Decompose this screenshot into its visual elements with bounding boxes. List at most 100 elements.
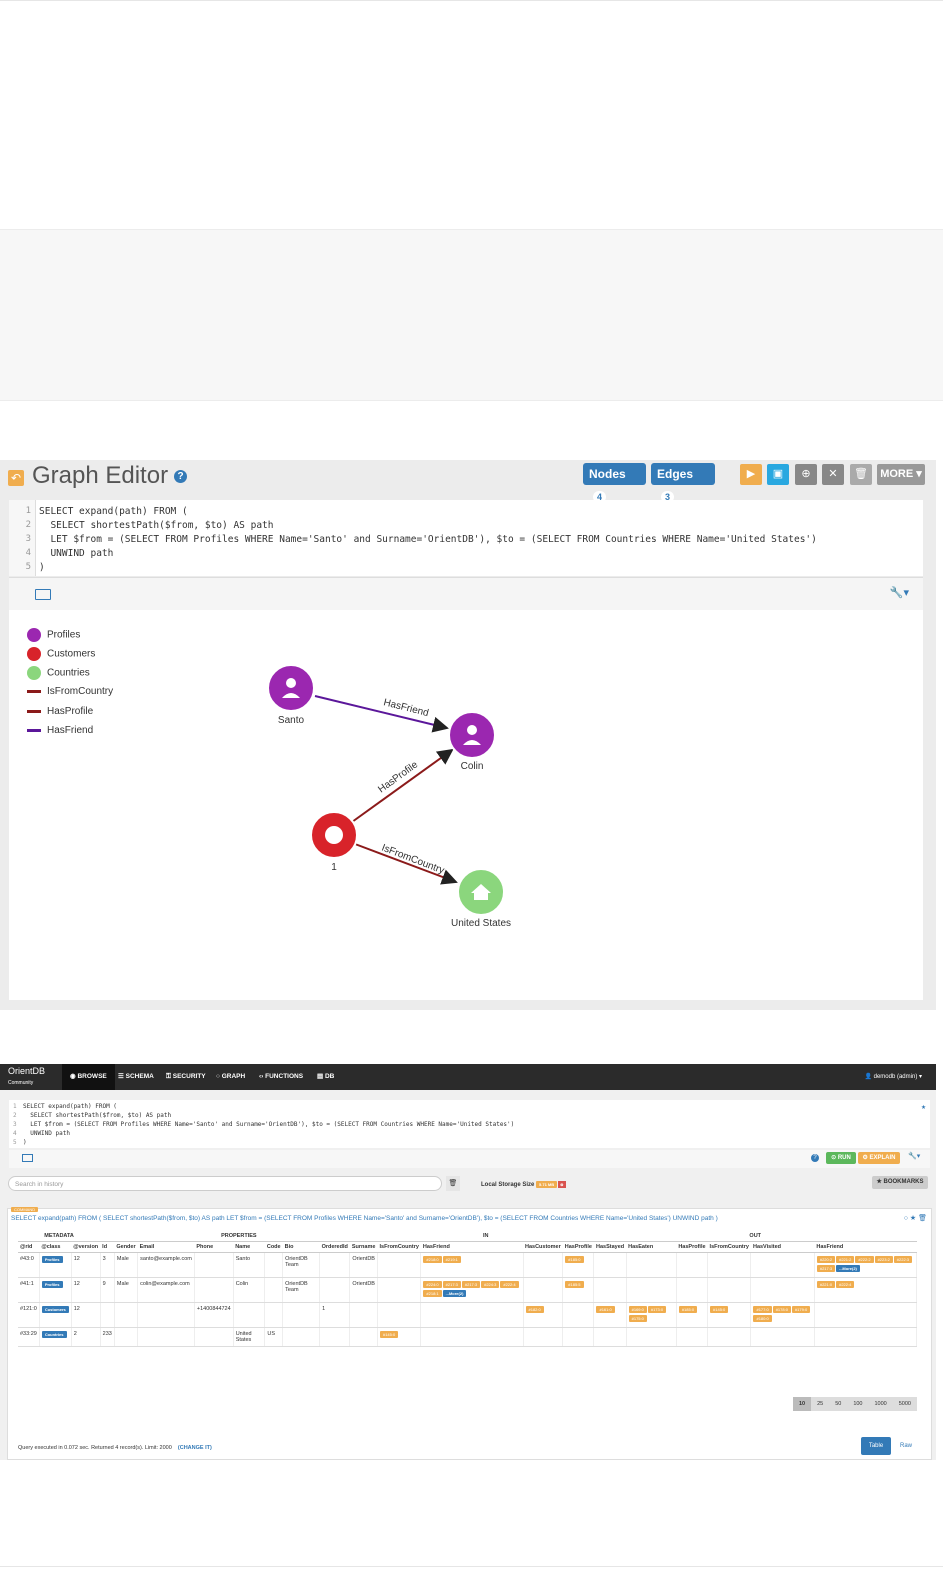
page-size-option[interactable]: 50 [829, 1397, 847, 1411]
class-badge[interactable]: Customers [41, 1306, 69, 1313]
record-link-badge[interactable]: #217:3 [461, 1281, 481, 1288]
executed-query-text[interactable]: SELECT expand(path) FROM ( SELECT shorte… [11, 1215, 718, 1222]
record-link-badge[interactable]: #185:5 [565, 1281, 584, 1288]
record-link-badge[interactable]: #173:0 [647, 1306, 667, 1313]
star-icon[interactable]: ★ [921, 1102, 926, 1111]
class-badge[interactable]: Profiles [41, 1281, 63, 1288]
page-size-option[interactable]: 1000 [869, 1397, 893, 1411]
record-link-badge[interactable]: #223:2 [874, 1256, 893, 1263]
record-link-badge[interactable]: #145:0 [710, 1306, 729, 1313]
keyboard-icon[interactable] [35, 589, 51, 600]
node-colin[interactable] [448, 711, 496, 759]
record-link-badge[interactable]: #169:0 [628, 1306, 647, 1313]
record-link-badge[interactable]: #179:0 [791, 1306, 811, 1313]
studio-query-editor[interactable]: 1 2 3 4 5 SELECT expand(path) FROM ( SEL… [9, 1100, 930, 1148]
column-header[interactable]: Code [264, 1241, 283, 1253]
column-header[interactable]: HasCustomer [523, 1241, 563, 1253]
table-row[interactable]: #33:29 Countries 2 233 United States US #145:0 [18, 1327, 918, 1347]
column-header[interactable]: HasProfile [676, 1241, 708, 1253]
more-links-badge[interactable]: ...More(2) [836, 1265, 860, 1272]
record-link-badge[interactable]: #224:3 [481, 1281, 500, 1288]
record-link-badge[interactable]: #221:0 [816, 1281, 836, 1288]
record-link-badge[interactable]: #177:0 [753, 1306, 772, 1313]
record-link-badge[interactable]: #218:1 [423, 1290, 442, 1297]
page-size-option[interactable]: 5000 [893, 1397, 917, 1411]
node-customer-1[interactable] [310, 811, 358, 859]
table-view-tab[interactable]: Table [861, 1437, 891, 1455]
record-link-badge[interactable]: #161:0 [596, 1306, 615, 1313]
edge-isfromcountry[interactable] [354, 843, 458, 885]
keyboard-icon[interactable] [22, 1154, 33, 1162]
column-header[interactable]: Bio [282, 1241, 320, 1253]
run-play-icon[interactable]: ▶ [740, 464, 762, 485]
back-arrow-icon[interactable]: ↶ [8, 470, 24, 486]
nav-db[interactable]: ▤ DB [317, 1064, 334, 1090]
fullscreen-icon[interactable]: ✕ [822, 464, 844, 485]
record-link-badge[interactable]: #180:0 [753, 1315, 772, 1322]
record-link-badge[interactable]: #220:2 [816, 1256, 836, 1263]
wrench-icon[interactable]: 🔧▾ [890, 586, 909, 599]
edge-hasprofile[interactable] [351, 748, 454, 823]
table-row[interactable]: #121:0 Customers 12 +1400844724 1 #182:0 #161:… [18, 1302, 918, 1328]
class-badge[interactable]: Profiles [41, 1256, 63, 1263]
column-header[interactable]: Email [137, 1241, 195, 1253]
page-size-option[interactable]: 100 [847, 1397, 868, 1411]
wrench-icon[interactable]: 🔧▾ [908, 1152, 920, 1160]
column-header[interactable]: Phone [194, 1241, 234, 1253]
column-header[interactable]: IsFromCountry [377, 1241, 421, 1253]
column-header[interactable]: HasFriend [420, 1241, 523, 1253]
record-link-badge[interactable]: #175:0 [628, 1315, 647, 1322]
result-actions-icon[interactable]: ○ ★ 🗑 [904, 1214, 927, 1222]
help-icon[interactable]: ? [811, 1154, 819, 1162]
save-icon[interactable]: ▣ [767, 464, 789, 485]
column-header[interactable]: Id [100, 1241, 115, 1253]
column-header[interactable]: Gender [114, 1241, 138, 1253]
record-link-badge[interactable]: #217:3 [816, 1265, 836, 1272]
record-link-badge[interactable]: #182:0 [525, 1306, 544, 1313]
more-dropdown[interactable]: MORE ▾ [877, 464, 925, 485]
bookmarks-button[interactable]: ★ BOOKMARKS [872, 1176, 928, 1189]
query-editor[interactable]: 1 2 3 4 5 SELECT expand(path) FROM ( SEL… [9, 500, 923, 576]
table-row[interactable]: #41:1 Profiles 12 9 Male colin@example.com Col… [18, 1277, 918, 1303]
record-link-badge[interactable]: #219:1 [442, 1256, 461, 1263]
page-size-option[interactable]: 10 [792, 1397, 812, 1411]
record-link-badge[interactable]: #178:0 [772, 1306, 791, 1313]
nav-schema[interactable]: ☰ SCHEMA [118, 1064, 154, 1090]
trash-icon[interactable]: 🗑 [850, 464, 872, 485]
clear-history-icon[interactable]: 🗑 [446, 1176, 460, 1191]
column-header[interactable]: HasProfile [562, 1241, 594, 1253]
record-link-badge[interactable]: #145:0 [379, 1331, 399, 1338]
nav-security[interactable]: ⚿ SECURITY [166, 1064, 206, 1090]
column-header[interactable]: HasVisited [750, 1241, 815, 1253]
record-link-badge[interactable]: #185:0 [565, 1256, 584, 1263]
record-link-badge[interactable]: #222:4 [500, 1281, 519, 1288]
record-link-badge[interactable]: #222:3 [893, 1256, 913, 1263]
column-header[interactable]: IsFromCountry [707, 1241, 751, 1253]
node-santo[interactable] [267, 664, 315, 712]
add-node-icon[interactable]: ⊕ [795, 464, 817, 485]
nav-browse[interactable]: ◉ BROWSE [62, 1064, 115, 1090]
record-link-badge[interactable]: #217:3 [442, 1281, 461, 1288]
column-header[interactable]: HasEaten [626, 1241, 677, 1253]
nav-functions[interactable]: ‹› FUNCTIONS [259, 1064, 303, 1090]
record-link-badge[interactable]: #221:2 [836, 1256, 855, 1263]
explain-button[interactable]: ⚙ EXPLAIN [858, 1152, 900, 1164]
table-row[interactable]: #43:0 Profiles 12 3 Male santo@example.com San… [18, 1252, 918, 1278]
column-header[interactable]: @class [39, 1241, 72, 1253]
record-link-badge[interactable]: #185:0 [678, 1306, 698, 1313]
record-link-badge[interactable]: #222:4 [836, 1281, 855, 1288]
column-header[interactable]: HasStayed [593, 1241, 627, 1253]
node-united-states[interactable] [457, 868, 505, 916]
run-button[interactable]: ⊙ RUN [826, 1152, 856, 1164]
rid-link[interactable]: #121:0 [18, 1302, 40, 1328]
help-icon[interactable]: ? [174, 470, 188, 484]
edges-button[interactable]: Edges3 [651, 463, 715, 503]
column-header[interactable]: Name [233, 1241, 265, 1253]
history-search-input[interactable]: Search in history [8, 1176, 442, 1191]
record-link-badge[interactable]: #222:2 [855, 1256, 874, 1263]
graph-canvas[interactable]: Profiles Customers Countries IsFromCount… [9, 610, 923, 1000]
column-header[interactable]: HasFriend [814, 1241, 917, 1253]
class-badge[interactable]: Countries [41, 1331, 67, 1338]
nodes-button[interactable]: Nodes4 [583, 463, 646, 503]
nav-graph[interactable]: ○ GRAPH [216, 1064, 245, 1090]
